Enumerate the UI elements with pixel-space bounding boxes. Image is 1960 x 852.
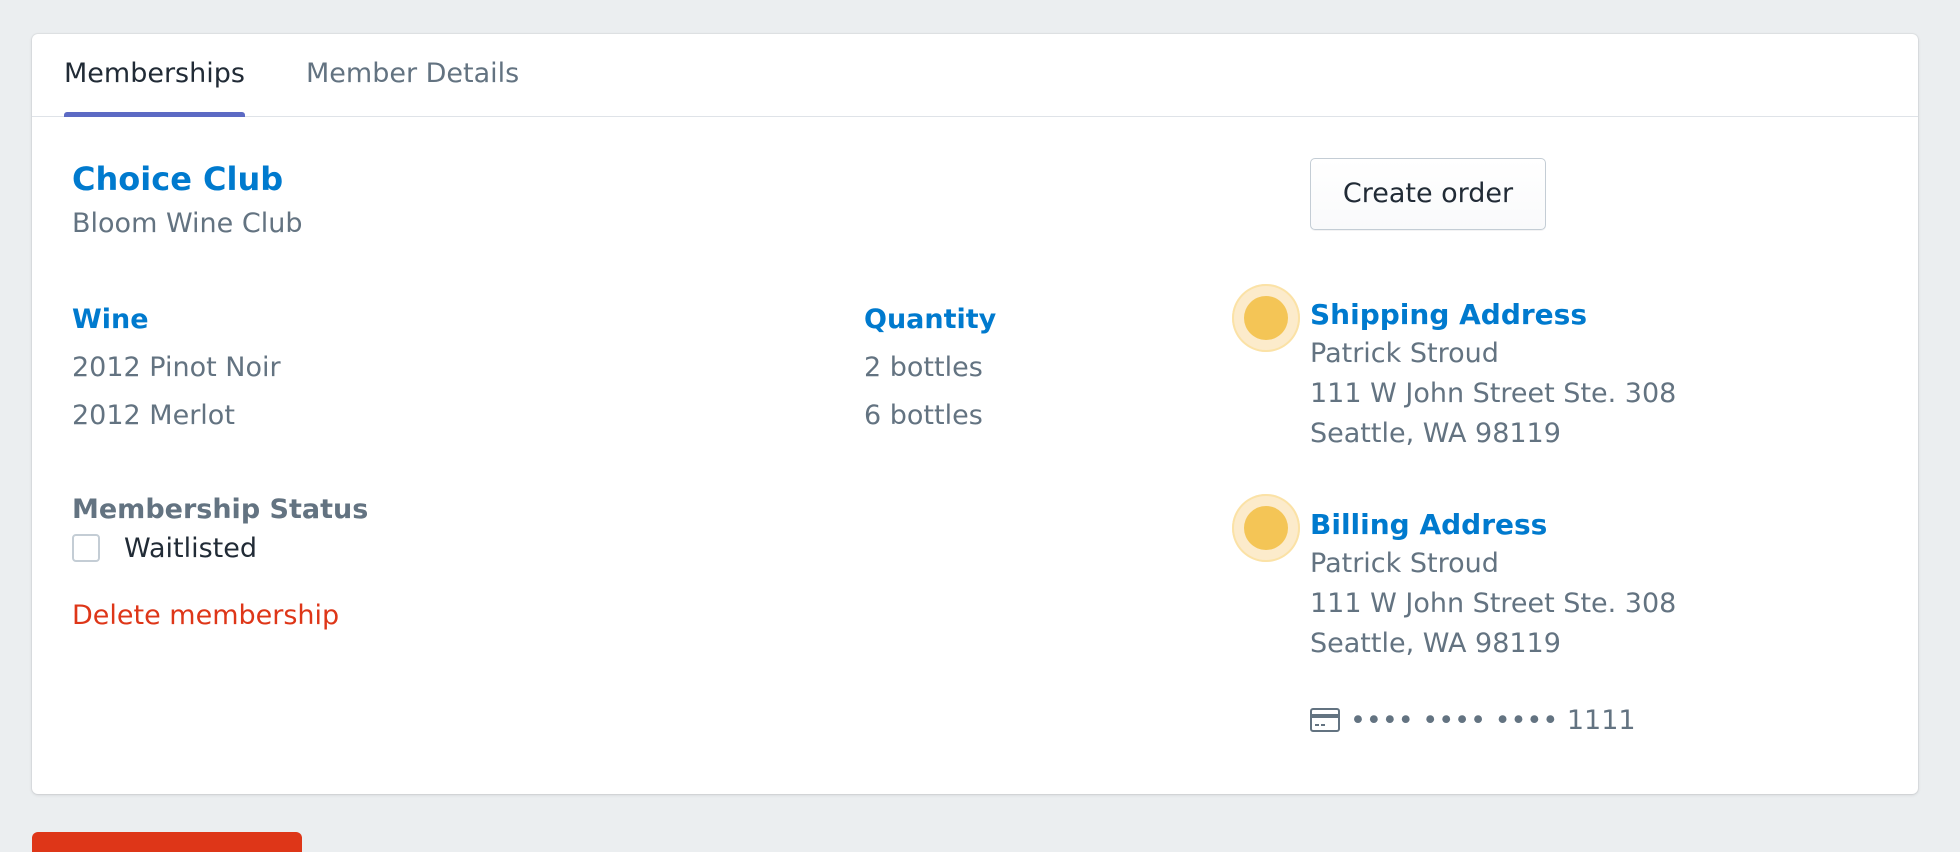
membership-card: Memberships Member Details Choice Club B… [32,34,1918,794]
shipping-street: 111 W John Street Ste. 308 [1310,378,1677,409]
status-dot-icon [1232,494,1300,562]
shipping-name: Patrick Stroud [1310,338,1499,369]
wine-column-header: Wine [72,304,149,335]
shipping-address-heading: Shipping Address [1310,298,1587,331]
tab-memberships[interactable]: Memberships [64,34,245,117]
shipping-city: Seattle, WA 98119 [1310,418,1561,449]
billing-city: Seattle, WA 98119 [1310,628,1561,659]
tab-bar: Memberships Member Details [32,34,1918,117]
waitlisted-checkbox-row[interactable]: Waitlisted [72,532,257,564]
payment-method: •••• •••• •••• 1111 [1310,702,1636,738]
club-subtitle: Bloom Wine Club [72,208,303,239]
wine-quantity: 2 bottles [864,352,983,383]
waitlisted-label[interactable]: Waitlisted [124,533,257,564]
waitlisted-checkbox[interactable] [72,534,100,562]
card-number: •••• •••• •••• 1111 [1350,704,1636,736]
quantity-column-header: Quantity [864,304,997,335]
billing-address-heading: Billing Address [1310,508,1548,541]
club-title[interactable]: Choice Club [72,160,283,198]
tab-member-details[interactable]: Member Details [306,34,519,116]
billing-street: 111 W John Street Ste. 308 [1310,588,1677,619]
delete-button-partial[interactable] [32,832,302,852]
wine-quantity: 6 bottles [864,400,983,431]
create-order-button[interactable]: Create order [1310,158,1546,230]
status-dot-icon [1232,284,1300,352]
billing-name: Patrick Stroud [1310,548,1499,579]
wine-item: 2012 Merlot [72,400,235,431]
wine-item: 2012 Pinot Noir [72,352,281,383]
membership-status-label: Membership Status [72,494,369,525]
delete-membership-link[interactable]: Delete membership [72,600,339,631]
credit-card-icon [1310,708,1340,732]
